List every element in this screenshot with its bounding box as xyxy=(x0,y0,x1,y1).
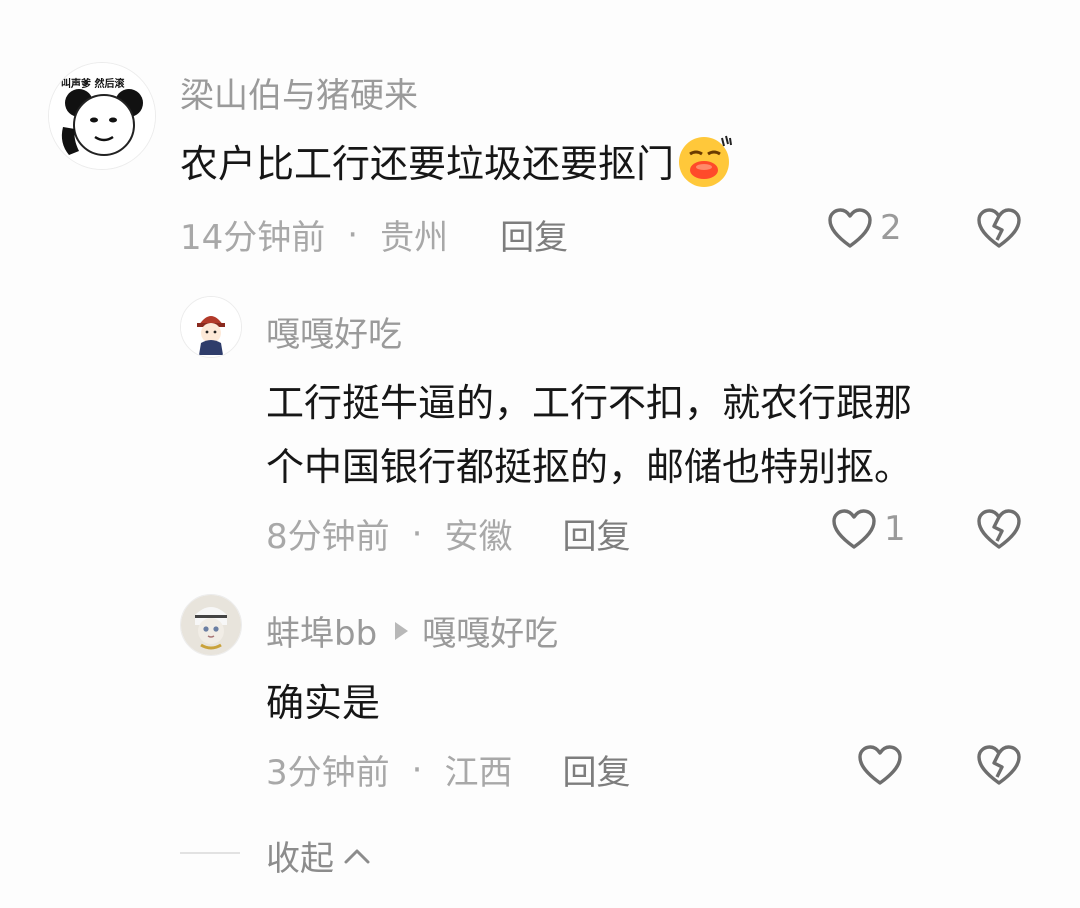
broken-heart-icon xyxy=(977,745,1021,785)
comment-meta: 8分钟前 · 安徽 回复 xyxy=(266,509,630,558)
collapse-divider xyxy=(180,852,240,854)
comment-text-line-2: 个中国银行都挺抠的，邮储也特别抠。 xyxy=(266,445,913,489)
heart-outline-icon xyxy=(828,208,872,248)
cartoon-character-avatar-image xyxy=(181,297,241,357)
avatar[interactable] xyxy=(180,296,242,358)
like-button[interactable]: 2 xyxy=(826,206,902,250)
username[interactable]: 蚌埠bb xyxy=(266,606,377,655)
timestamp: 3分钟前 xyxy=(266,753,390,793)
comment-meta: 14分钟前 · 贵州 回复 xyxy=(180,210,568,259)
reply-button[interactable]: 回复 xyxy=(562,509,630,558)
broken-heart-icon xyxy=(977,208,1021,248)
collapse-label: 收起 xyxy=(266,839,334,879)
separator-dot: · xyxy=(347,214,359,255)
cat-avatar-image xyxy=(181,595,241,655)
dislike-button[interactable] xyxy=(975,206,1023,250)
separator-dot: · xyxy=(411,749,423,790)
heart-outline-icon xyxy=(832,509,876,549)
comment-text-line-1: 工行挺牛逼的，工行不扣，就农行跟那 xyxy=(266,381,913,425)
comment-text-body: 农户比工行还要垃圾还要抠门 xyxy=(180,141,675,186)
dislike-button[interactable] xyxy=(975,743,1023,787)
comment-text: 确实是 xyxy=(266,681,381,725)
location: 贵州 xyxy=(380,218,449,258)
timestamp: 14分钟前 xyxy=(180,218,326,258)
reply-button[interactable]: 回复 xyxy=(562,745,630,794)
heart-outline-icon xyxy=(858,745,902,785)
broken-heart-icon xyxy=(977,509,1021,549)
avatar-caption: 叫声爹 然后滚 xyxy=(61,79,125,90)
collapse-button[interactable]: 收起 xyxy=(266,831,372,880)
like-count: 1 xyxy=(884,509,906,549)
location: 安徽 xyxy=(444,517,513,557)
dislike-button[interactable] xyxy=(975,507,1023,551)
separator-dot: · xyxy=(411,513,423,554)
like-count: 2 xyxy=(880,208,902,248)
chevron-up-icon xyxy=(344,849,370,863)
comment-meta: 3分钟前 · 江西 回复 xyxy=(266,745,630,794)
reply-to-username[interactable]: 嘎嘎好吃 xyxy=(422,606,558,655)
comment-text: 农户比工行还要垃圾还要抠门 xyxy=(180,132,734,188)
avatar[interactable]: 叫声爹 然后滚 xyxy=(48,62,156,170)
like-button[interactable] xyxy=(856,743,904,787)
location: 江西 xyxy=(444,753,513,793)
username[interactable]: 梁山伯与猪硬来 xyxy=(180,68,418,117)
reply-header: 蚌埠bb 嘎嘎好吃 xyxy=(266,606,558,655)
like-button[interactable]: 1 xyxy=(830,507,906,551)
reply-button[interactable]: 回复 xyxy=(500,210,568,259)
timestamp: 8分钟前 xyxy=(266,517,390,557)
username[interactable]: 嘎嘎好吃 xyxy=(266,307,402,356)
kiss-face-emoji-icon xyxy=(679,135,733,187)
triangle-right-icon xyxy=(395,621,409,640)
avatar[interactable] xyxy=(180,594,242,656)
